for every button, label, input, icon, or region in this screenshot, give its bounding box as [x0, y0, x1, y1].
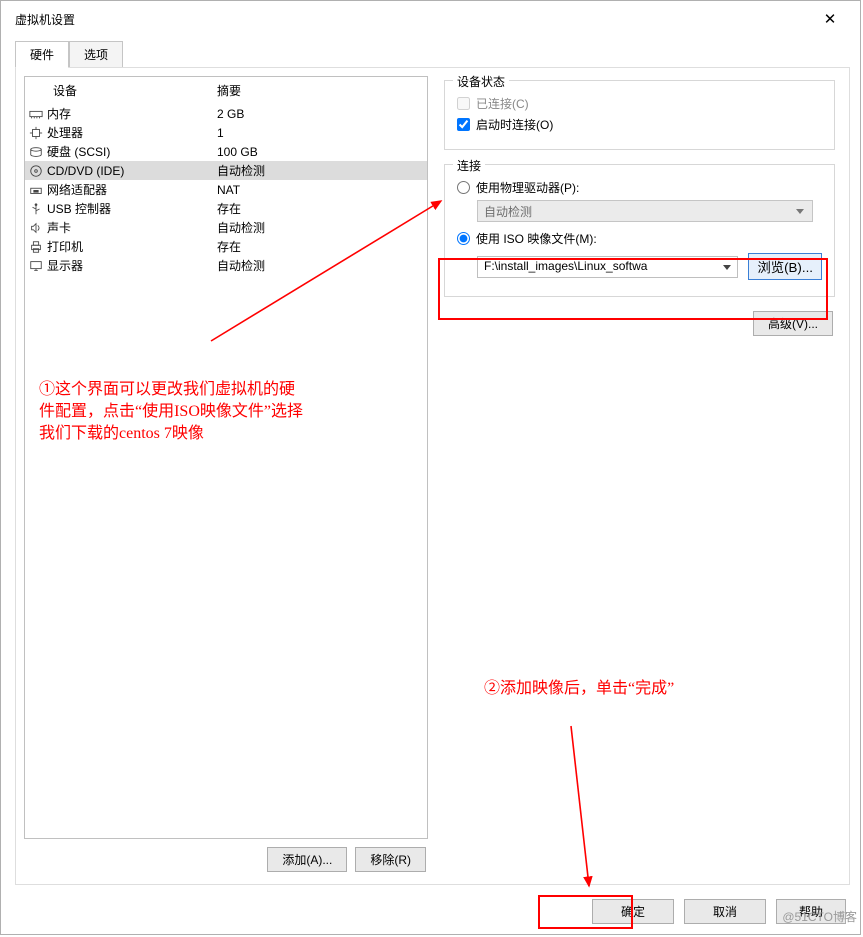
hardware-row-display[interactable]: 显示器自动检测 — [25, 256, 427, 275]
use-physical-drive-row[interactable]: 使用物理驱动器(P): — [457, 179, 822, 196]
connection-fieldset: 连接 使用物理驱动器(P): 自动检测 使用 ISO 映像文件(M): F:\i… — [444, 164, 835, 297]
window-title: 虚拟机设置 — [15, 11, 75, 28]
device-summary: 2 GB — [217, 104, 427, 123]
watermark: @51CTO博客 — [782, 908, 857, 925]
net-icon — [29, 183, 43, 197]
hardware-row-net[interactable]: 网络适配器NAT — [25, 180, 427, 199]
device-summary: NAT — [217, 180, 427, 199]
connect-at-poweron-row[interactable]: 启动时连接(O) — [457, 116, 822, 133]
browse-button[interactable]: 浏览(B)... — [748, 253, 822, 280]
hardware-row-cpu[interactable]: 处理器1 — [25, 123, 427, 142]
hardware-row-cd[interactable]: CD/DVD (IDE)自动检测 — [25, 161, 427, 180]
advanced-button[interactable]: 高级(V)... — [753, 311, 833, 336]
sound-icon — [29, 221, 43, 235]
hardware-list[interactable]: 设备 摘要 内存2 GB处理器1硬盘 (SCSI)100 GBCD/DVD (I… — [24, 76, 428, 839]
device-summary: 自动检测 — [217, 256, 427, 275]
device-name: 内存 — [47, 104, 217, 123]
device-settings-panel: 设备状态 已连接(C) 启动时连接(O) 连接 使用物理驱动器(P): 自动检测 — [438, 76, 841, 876]
annotation-1: ①这个界面可以更改我们虚拟机的硬件配置，点击“使用ISO映像文件”选择我们下载的… — [39, 379, 309, 445]
iso-path-field[interactable]: F:\install_images\Linux_softwa — [477, 256, 738, 278]
device-summary: 100 GB — [217, 142, 427, 161]
dialog-buttons: 确定 取消 帮助 — [1, 891, 860, 934]
tab-hardware[interactable]: 硬件 — [15, 41, 69, 68]
use-physical-radio[interactable] — [457, 181, 470, 194]
connection-legend: 连接 — [453, 157, 485, 174]
hardware-row-disk[interactable]: 硬盘 (SCSI)100 GB — [25, 142, 427, 161]
hardware-row-memory[interactable]: 内存2 GB — [25, 104, 427, 123]
cd-icon — [29, 164, 43, 178]
connected-checkbox-row: 已连接(C) — [457, 95, 822, 112]
titlebar: 虚拟机设置 ✕ — [1, 1, 860, 37]
use-iso-label: 使用 ISO 映像文件(M): — [476, 230, 597, 247]
device-name: 处理器 — [47, 123, 217, 142]
disk-icon — [29, 145, 43, 159]
col-summary: 摘要 — [217, 81, 427, 100]
connected-label: 已连接(C) — [476, 95, 529, 112]
device-name: USB 控制器 — [47, 199, 217, 218]
connected-checkbox — [457, 97, 470, 110]
device-summary: 自动检测 — [217, 161, 427, 180]
cpu-icon — [29, 126, 43, 140]
add-button[interactable]: 添加(A)... — [267, 847, 347, 872]
device-summary: 1 — [217, 123, 427, 142]
display-icon — [29, 259, 43, 273]
device-name: 显示器 — [47, 256, 217, 275]
device-name: 网络适配器 — [47, 180, 217, 199]
close-icon[interactable]: ✕ — [810, 4, 850, 34]
tab-options[interactable]: 选项 — [69, 41, 123, 68]
device-summary: 存在 — [217, 237, 427, 256]
printer-icon — [29, 240, 43, 254]
device-name: 硬盘 (SCSI) — [47, 142, 217, 161]
status-legend: 设备状态 — [453, 73, 509, 90]
remove-button[interactable]: 移除(R) — [355, 847, 426, 872]
hardware-panel: 设备 摘要 内存2 GB处理器1硬盘 (SCSI)100 GBCD/DVD (I… — [24, 76, 428, 876]
tab-strip: 硬件 选项 — [15, 41, 860, 68]
usb-icon — [29, 202, 43, 216]
use-iso-radio[interactable] — [457, 232, 470, 245]
device-summary: 存在 — [217, 199, 427, 218]
device-summary: 自动检测 — [217, 218, 427, 237]
connect-at-poweron-checkbox[interactable] — [457, 118, 470, 131]
device-status-fieldset: 设备状态 已连接(C) 启动时连接(O) — [444, 80, 835, 150]
hardware-list-header: 设备 摘要 — [25, 77, 427, 104]
physical-drive-dropdown: 自动检测 — [477, 200, 813, 222]
annotation-2: ②添加映像后，单击“完成” — [484, 678, 684, 700]
hardware-row-sound[interactable]: 声卡自动检测 — [25, 218, 427, 237]
hardware-row-usb[interactable]: USB 控制器存在 — [25, 199, 427, 218]
device-name: 打印机 — [47, 237, 217, 256]
use-physical-label: 使用物理驱动器(P): — [476, 179, 579, 196]
ok-button[interactable]: 确定 — [592, 899, 674, 924]
col-device: 设备 — [47, 81, 217, 100]
device-name: 声卡 — [47, 218, 217, 237]
hardware-row-printer[interactable]: 打印机存在 — [25, 237, 427, 256]
connect-at-poweron-label: 启动时连接(O) — [476, 116, 553, 133]
memory-icon — [29, 107, 43, 121]
cancel-button[interactable]: 取消 — [684, 899, 766, 924]
device-name: CD/DVD (IDE) — [47, 161, 217, 180]
use-iso-row[interactable]: 使用 ISO 映像文件(M): — [457, 230, 822, 247]
